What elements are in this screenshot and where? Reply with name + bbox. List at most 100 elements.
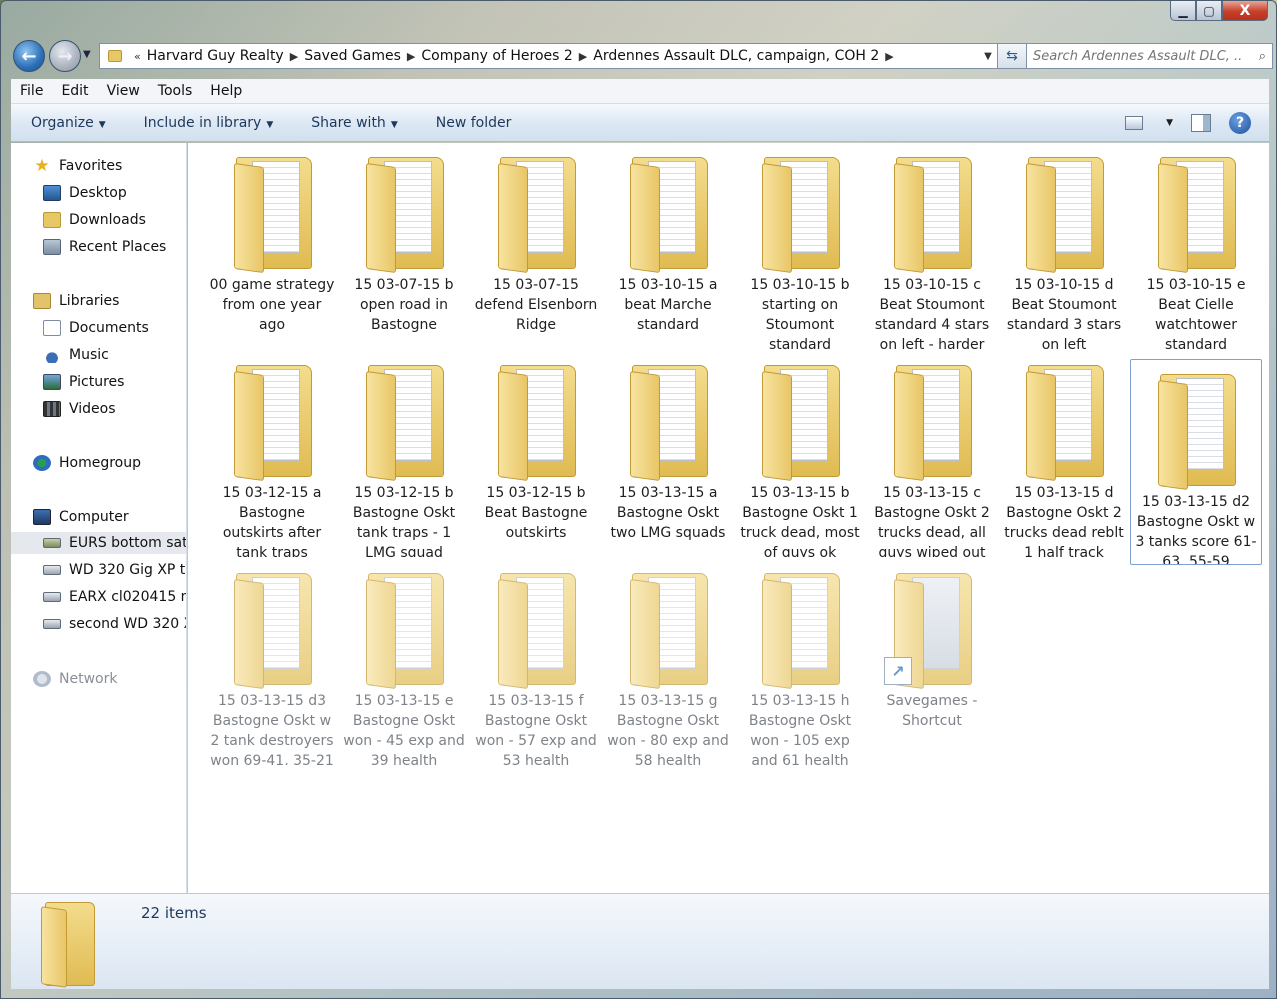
maximize-button[interactable]: ▢ xyxy=(1196,1,1222,21)
folder-item[interactable]: 15 03-10-15 d Beat Stoumont standard 3 s… xyxy=(998,143,1130,349)
help-icon[interactable]: ? xyxy=(1229,111,1251,134)
sidebar-item-drive[interactable]: second WD 320 X xyxy=(43,613,186,635)
share-with-button[interactable]: Share with ▼ xyxy=(291,115,415,131)
recent-pages-dropdown-icon[interactable]: ▼ xyxy=(83,49,91,60)
menu-bar: File Edit View Tools Help xyxy=(11,79,1269,104)
folder-item[interactable]: 15 03-13-15 a Bastogne Oskt two LMG squa… xyxy=(602,351,734,557)
sidebar-item-drive[interactable]: WD 320 Gig XP to xyxy=(43,559,186,581)
organize-button[interactable]: Organize ▼ xyxy=(11,115,124,131)
sidebar-item-libraries[interactable]: Libraries xyxy=(33,290,119,312)
forward-button[interactable]: → xyxy=(49,40,81,72)
overflow-crumbs-icon[interactable]: « xyxy=(134,50,141,63)
recent-places-icon xyxy=(43,239,61,255)
folder-item-name: 15 03-13-15 f Bastogne Oskt won - 57 exp… xyxy=(475,693,597,765)
folder-item[interactable]: 15 03-13-15 d Bastogne Oskt 2 trucks dea… xyxy=(998,351,1130,557)
navigation-pane: ★ Favorites Desktop Downloads Recent Plac… xyxy=(11,143,187,893)
folder-item[interactable]: 15 03-12-15 a Bastogne outskirts after t… xyxy=(206,351,338,557)
drive-icon xyxy=(43,565,61,575)
folder-item[interactable]: 15 03-10-15 a beat Marche standard xyxy=(602,143,734,349)
folder-item[interactable]: 15 03-07-15 defend Elsenborn Ridge xyxy=(470,143,602,349)
sidebar-item-drive[interactable]: EARX cl020415 m xyxy=(43,586,186,608)
sidebar-item-videos[interactable]: Videos xyxy=(43,398,116,420)
homegroup-icon xyxy=(33,455,51,471)
back-button[interactable]: ← xyxy=(13,40,45,72)
desktop-icon xyxy=(43,185,61,201)
sidebar-item-computer[interactable]: Computer xyxy=(33,506,129,528)
search-icon[interactable]: ⌕ xyxy=(1259,49,1266,64)
shortcut-item[interactable]: ↗ Savegames - Shortcut xyxy=(866,559,998,765)
breadcrumb-company-of-heroes-2[interactable]: Company of Heroes 2 xyxy=(421,48,572,64)
menu-tools[interactable]: Tools xyxy=(149,83,202,99)
sidebar-item-favorites[interactable]: ★ Favorites xyxy=(33,155,122,177)
folder-item[interactable]: 15 03-10-15 c Beat Stoumont standard 4 s… xyxy=(866,143,998,349)
folder-icon xyxy=(888,153,976,274)
change-view-icon[interactable] xyxy=(1125,115,1144,130)
breadcrumb-separator-icon[interactable]: ▶ xyxy=(885,50,893,63)
folder-item[interactable]: 15 03-13-15 b Bastogne Oskt 1 truck dead… xyxy=(734,351,866,557)
breadcrumb-separator-icon[interactable]: ▶ xyxy=(579,50,587,63)
folder-item[interactable]: 15 03-10-15 e Beat Cielle watchtower sta… xyxy=(1130,143,1262,349)
breadcrumb-ardennes-assault[interactable]: Ardennes Assault DLC, campaign, COH 2 xyxy=(593,48,879,64)
breadcrumb-saved-games[interactable]: Saved Games xyxy=(304,48,401,64)
menu-edit[interactable]: Edit xyxy=(52,83,97,99)
search-input[interactable] xyxy=(1033,48,1243,64)
preview-pane-icon[interactable] xyxy=(1191,113,1211,132)
sidebar-item-desktop[interactable]: Desktop xyxy=(43,182,127,204)
folder-item-selected[interactable]: 15 03-13-15 d2 Bastogne Oskt w 3 tanks s… xyxy=(1130,359,1262,565)
folder-item-name: 15 03-10-15 b starting on Stoumont stand… xyxy=(750,277,850,349)
music-icon xyxy=(43,347,61,363)
folder-item-name: 15 03-13-15 d3 Bastogne Oskt w 2 tank de… xyxy=(210,693,334,765)
folder-item[interactable]: 15 03-13-15 c Bastogne Oskt 2 trucks dea… xyxy=(866,351,998,557)
folder-item[interactable]: 15 03-07-15 b open road in Bastogne xyxy=(338,143,470,349)
explorer-window: ▁ ▢ X ← → ▼ « Harvard Guy Realty ▶ Saved… xyxy=(0,0,1277,999)
folder-item-name: 15 03-13-15 a Bastogne Oskt two LMG squa… xyxy=(610,485,726,541)
breadcrumb-separator-icon[interactable]: ▶ xyxy=(407,50,415,63)
folder-icon xyxy=(756,569,844,690)
folder-icon xyxy=(624,569,712,690)
folder-icon xyxy=(360,361,448,482)
breadcrumb-separator-icon[interactable]: ▶ xyxy=(290,50,298,63)
sidebar-item-label: Network xyxy=(59,671,118,687)
address-dropdown-icon[interactable]: ▼ xyxy=(978,51,998,62)
sidebar-item-homegroup[interactable]: Homegroup xyxy=(33,452,141,474)
folder-item[interactable]: 15 03-10-15 b starting on Stoumont stand… xyxy=(734,143,866,349)
sidebar-item-recent-places[interactable]: Recent Places xyxy=(43,236,166,258)
folder-item[interactable]: 15 03-13-15 g Bastogne Oskt won - 80 exp… xyxy=(602,559,734,765)
folder-item[interactable]: 15 03-12-15 b Beat Bastogne outskirts xyxy=(470,351,602,557)
sidebar-item-pictures[interactable]: Pictures xyxy=(43,371,124,393)
menu-view[interactable]: View xyxy=(98,83,149,99)
folder-item[interactable]: 15 03-12-15 b Bastogne Oskt tank traps -… xyxy=(338,351,470,557)
sidebar-item-music[interactable]: Music xyxy=(43,344,109,366)
folder-item-name: 15 03-13-15 d2 Bastogne Oskt w 3 tanks s… xyxy=(1135,494,1257,564)
sidebar-item-downloads[interactable]: Downloads xyxy=(43,209,146,231)
view-options-dropdown-icon[interactable]: ▼ xyxy=(1166,118,1173,128)
address-bar[interactable]: « Harvard Guy Realty ▶ Saved Games ▶ Com… xyxy=(99,43,999,69)
folder-icon xyxy=(228,153,316,274)
new-folder-button[interactable]: New folder xyxy=(416,115,530,131)
refresh-button[interactable]: ⇆ xyxy=(997,43,1027,69)
folder-icon xyxy=(360,153,448,274)
folder-icon xyxy=(756,361,844,482)
sidebar-item-documents[interactable]: Documents xyxy=(43,317,149,339)
folder-item[interactable]: 15 03-13-15 f Bastogne Oskt won - 57 exp… xyxy=(470,559,602,765)
folder-icon xyxy=(228,569,316,690)
sidebar-item-network[interactable]: Network xyxy=(33,668,117,690)
menu-file[interactable]: File xyxy=(11,83,52,99)
include-in-library-button[interactable]: Include in library ▼ xyxy=(124,115,292,131)
minimize-button[interactable]: ▁ xyxy=(1170,1,1196,21)
breadcrumb-harvard-guy-realty[interactable]: Harvard Guy Realty xyxy=(147,48,284,64)
folder-icon xyxy=(888,361,976,482)
menu-help[interactable]: Help xyxy=(201,83,251,99)
organize-label: Organize xyxy=(31,114,94,131)
sidebar-item-label: Documents xyxy=(69,320,149,336)
folder-item[interactable]: 15 03-13-15 h Bastogne Oskt won - 105 ex… xyxy=(734,559,866,765)
sidebar-item-drive[interactable]: EURS bottom sata xyxy=(11,532,186,554)
folder-item[interactable]: 15 03-13-15 d3 Bastogne Oskt w 2 tank de… xyxy=(206,559,338,765)
folder-item-name: 15 03-07-15 b open road in Bastogne xyxy=(354,277,454,333)
search-box[interactable]: ⌕ xyxy=(1026,43,1273,69)
sidebar-item-label: Homegroup xyxy=(59,455,142,471)
folder-item[interactable]: 15 03-13-15 e Bastogne Oskt won - 45 exp… xyxy=(338,559,470,765)
chevron-down-icon: ▼ xyxy=(98,119,106,130)
close-button[interactable]: X xyxy=(1222,1,1268,21)
folder-item[interactable]: 00 game strategy from one year ago xyxy=(206,143,338,349)
